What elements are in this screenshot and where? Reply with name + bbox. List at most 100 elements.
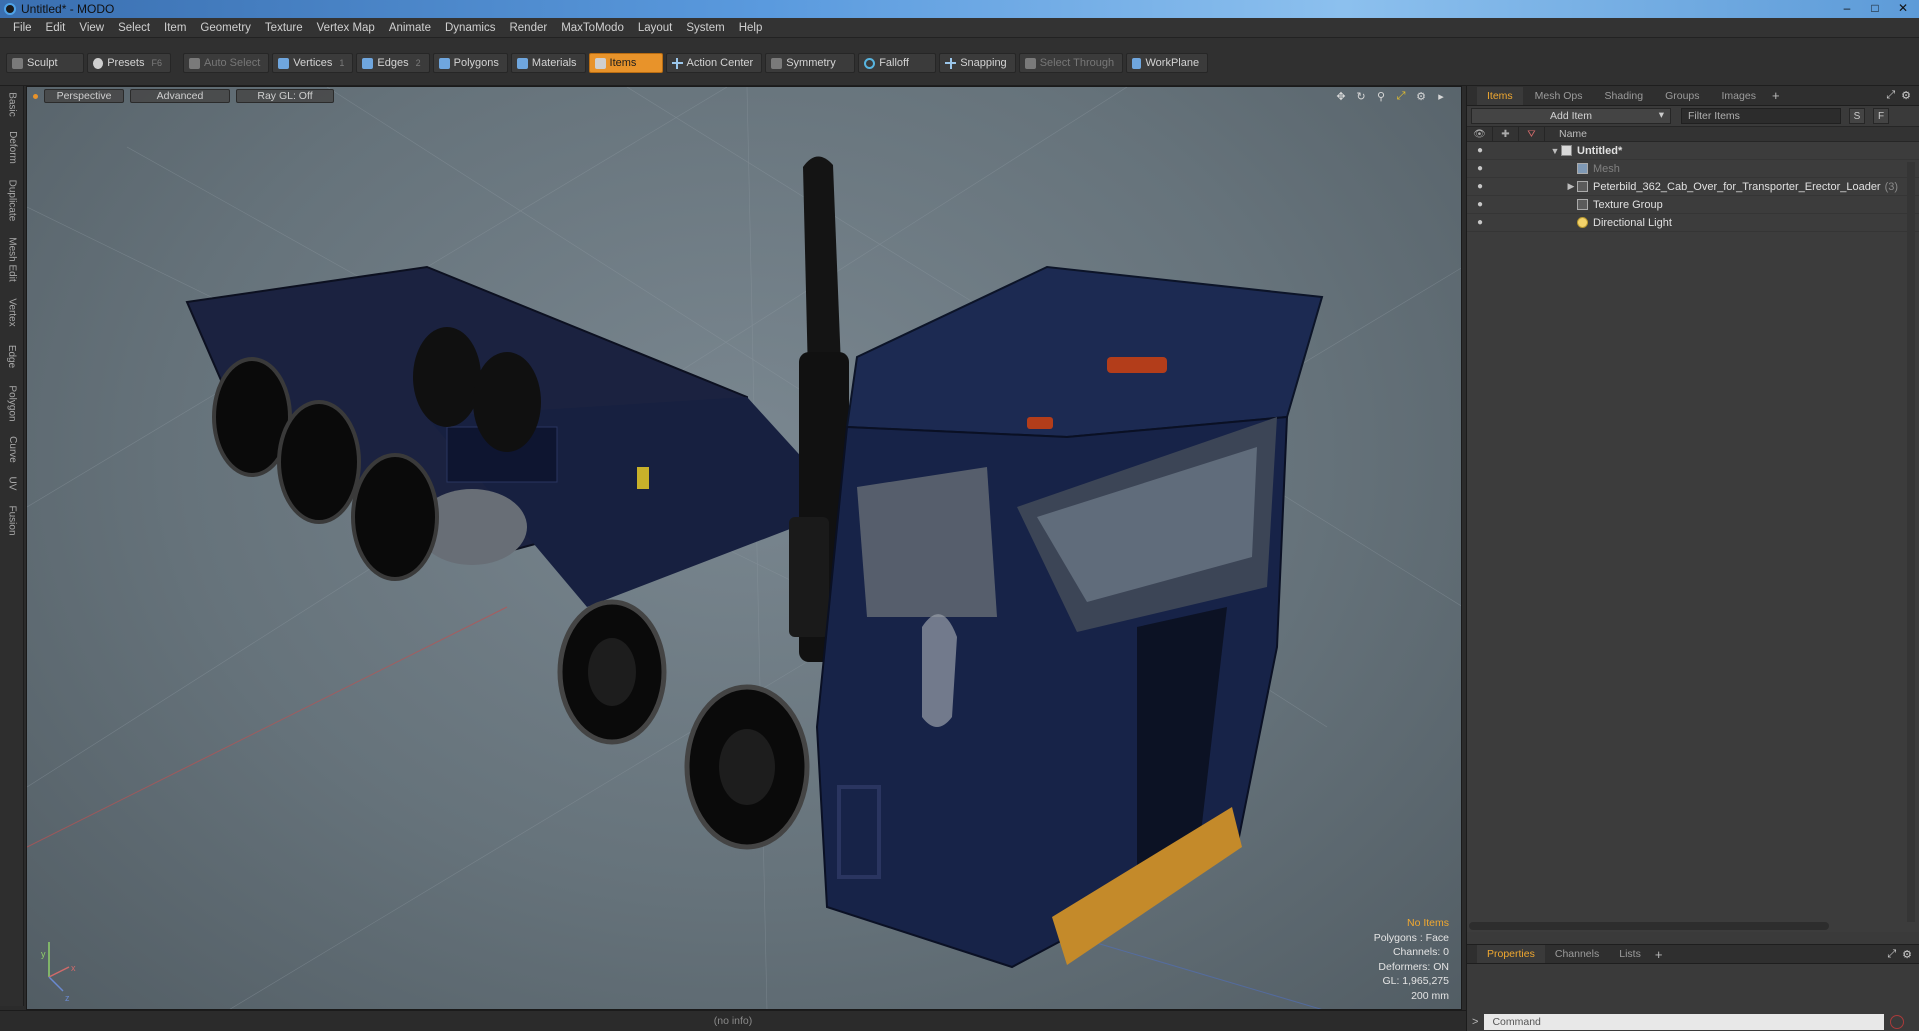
menu-maxtomodo[interactable]: MaxToModo — [554, 22, 631, 34]
workplane-button[interactable]: WorkPlane — [1126, 53, 1209, 73]
visibility-column-icon[interactable]: 👁 — [1467, 126, 1493, 142]
view-type-dropdown[interactable]: Perspective — [44, 89, 124, 103]
tree-row-scene[interactable]: ● ▼ Untitled* — [1467, 142, 1919, 160]
tab-images[interactable]: Images — [1712, 87, 1766, 105]
items-panel-tabs: Items Mesh Ops Shading Groups Images + ⤢… — [1467, 86, 1919, 106]
minimize-button[interactable]: – — [1835, 0, 1859, 16]
properties-settings-icon[interactable]: ⚙ — [1902, 948, 1912, 961]
presets-button[interactable]: Presets F6 — [87, 53, 171, 73]
eye-icon[interactable]: ● — [1467, 163, 1493, 174]
zoom-icon[interactable]: ⚲ — [1375, 90, 1387, 103]
menu-geometry[interactable]: Geometry — [193, 22, 258, 34]
tab-deform[interactable]: Deform — [2, 124, 22, 170]
tab-channels[interactable]: Channels — [1545, 945, 1609, 963]
menu-animate[interactable]: Animate — [382, 22, 438, 34]
menu-vertex-map[interactable]: Vertex Map — [310, 22, 382, 34]
items-button[interactable]: Items — [588, 53, 663, 73]
materials-button[interactable]: Materials — [510, 53, 586, 73]
s-toggle-button[interactable]: S — [1849, 108, 1865, 124]
pan-icon[interactable]: ✥ — [1335, 90, 1347, 103]
channels-info: Channels: 0 — [1392, 946, 1449, 958]
maximize-button[interactable]: □ — [1863, 0, 1887, 16]
render-column-icon[interactable]: ⛛ — [1519, 126, 1545, 142]
f-toggle-button[interactable]: F — [1873, 108, 1889, 124]
fit-icon[interactable]: ⤢ — [1395, 90, 1407, 102]
tab-lists[interactable]: Lists — [1609, 945, 1651, 963]
polygons-button[interactable]: Polygons — [432, 53, 508, 73]
command-input[interactable]: Command — [1484, 1013, 1885, 1030]
axis-y-label: y — [41, 949, 46, 959]
menu-render[interactable]: Render — [502, 22, 554, 34]
more-icon[interactable]: ▸ — [1435, 90, 1447, 103]
filter-items-input[interactable]: Filter Items — [1681, 108, 1841, 124]
properties-expand-icon[interactable]: ⤢ — [1887, 948, 1896, 961]
tab-basic[interactable]: Basic — [2, 86, 22, 122]
tab-properties[interactable]: Properties — [1477, 945, 1545, 963]
action-center-button[interactable]: Action Center — [665, 53, 763, 73]
materials-icon — [516, 57, 528, 69]
eye-icon[interactable]: ● — [1467, 217, 1493, 228]
command-bar: > Command — [1466, 1012, 1919, 1031]
settings-icon[interactable]: ⚙ — [1415, 90, 1427, 103]
tree-row-directional-light[interactable]: ● Directional Light — [1467, 214, 1919, 232]
panel-settings-icon[interactable]: ⚙ — [1901, 89, 1911, 102]
menu-view[interactable]: View — [72, 22, 111, 34]
tree-horizontal-scrollbar[interactable] — [1469, 922, 1829, 930]
add-properties-tab-button[interactable]: + — [1651, 945, 1667, 963]
viewport-menu-dot[interactable] — [33, 93, 38, 99]
select-through-button[interactable]: Select Through — [1018, 53, 1124, 73]
command-stop-icon[interactable] — [1890, 1014, 1905, 1029]
menu-texture[interactable]: Texture — [258, 22, 310, 34]
tab-edge[interactable]: Edge — [2, 336, 22, 376]
menu-file[interactable]: File — [6, 22, 39, 34]
symmetry-button[interactable]: Symmetry — [765, 53, 856, 73]
tree-row-peterbilt[interactable]: ● ▶ Peterbild_362_Cab_Over_for_Transport… — [1467, 178, 1919, 196]
expand-icon[interactable]: ⤢ — [1886, 89, 1895, 102]
snapping-button[interactable]: Snapping — [939, 53, 1016, 73]
add-tab-button[interactable]: + — [1768, 87, 1784, 105]
tab-shading[interactable]: Shading — [1595, 87, 1654, 105]
menu-select[interactable]: Select — [111, 22, 157, 34]
falloff-button[interactable]: Falloff — [858, 53, 937, 73]
tab-polygon[interactable]: Polygon — [2, 378, 22, 428]
auto-select-button[interactable]: Auto Select — [183, 53, 270, 73]
add-item-button[interactable]: Add Item — [1471, 108, 1671, 124]
tree-row-texture-group[interactable]: ● Texture Group — [1467, 196, 1919, 214]
tab-vertex[interactable]: Vertex — [2, 290, 22, 334]
collapse-arrow-icon[interactable]: ▼ — [1549, 146, 1561, 156]
tab-mesh-edit[interactable]: Mesh Edit — [2, 230, 22, 288]
tab-fusion[interactable]: Fusion — [2, 498, 22, 542]
edges-button[interactable]: Edges 2 — [356, 53, 430, 73]
tree-vertical-scrollbar[interactable] — [1907, 162, 1915, 922]
name-column-header[interactable]: Name — [1545, 128, 1587, 140]
tab-groups[interactable]: Groups — [1655, 87, 1709, 105]
lock-column-icon[interactable]: ✚ — [1493, 126, 1519, 142]
tab-uv[interactable]: UV — [2, 470, 22, 496]
tree-count: (3) — [1884, 180, 1899, 193]
menu-layout[interactable]: Layout — [631, 22, 680, 34]
menu-edit[interactable]: Edit — [39, 22, 73, 34]
polygons-info: Polygons : Face — [1373, 931, 1449, 944]
tab-duplicate[interactable]: Duplicate — [2, 172, 22, 228]
light-icon — [1577, 217, 1588, 228]
panel-controls: ⤢ ⚙ — [1886, 89, 1911, 102]
close-button[interactable]: ✕ — [1891, 0, 1915, 16]
tree-row-mesh[interactable]: ● Mesh — [1467, 160, 1919, 178]
tab-items[interactable]: Items — [1477, 86, 1523, 105]
menu-help[interactable]: Help — [732, 22, 770, 34]
rotate-icon[interactable]: ↻ — [1355, 90, 1367, 103]
eye-icon[interactable]: ● — [1467, 145, 1493, 156]
3d-viewport[interactable]: y x z Perspective Advanced Ray GL: Off ✥… — [26, 86, 1462, 1010]
raygl-toggle[interactable]: Ray GL: Off — [236, 89, 334, 103]
shading-dropdown[interactable]: Advanced — [130, 89, 230, 103]
tab-mesh-ops[interactable]: Mesh Ops — [1525, 87, 1593, 105]
eye-icon[interactable]: ● — [1467, 181, 1493, 192]
menu-system[interactable]: System — [679, 22, 731, 34]
sculpt-button[interactable]: Sculpt — [6, 53, 84, 73]
menu-item[interactable]: Item — [157, 22, 193, 34]
vertices-button[interactable]: Vertices 1 — [272, 53, 354, 73]
eye-icon[interactable]: ● — [1467, 199, 1493, 210]
menu-dynamics[interactable]: Dynamics — [438, 22, 502, 34]
tab-curve[interactable]: Curve — [2, 430, 22, 468]
expand-arrow-icon[interactable]: ▶ — [1565, 181, 1577, 192]
